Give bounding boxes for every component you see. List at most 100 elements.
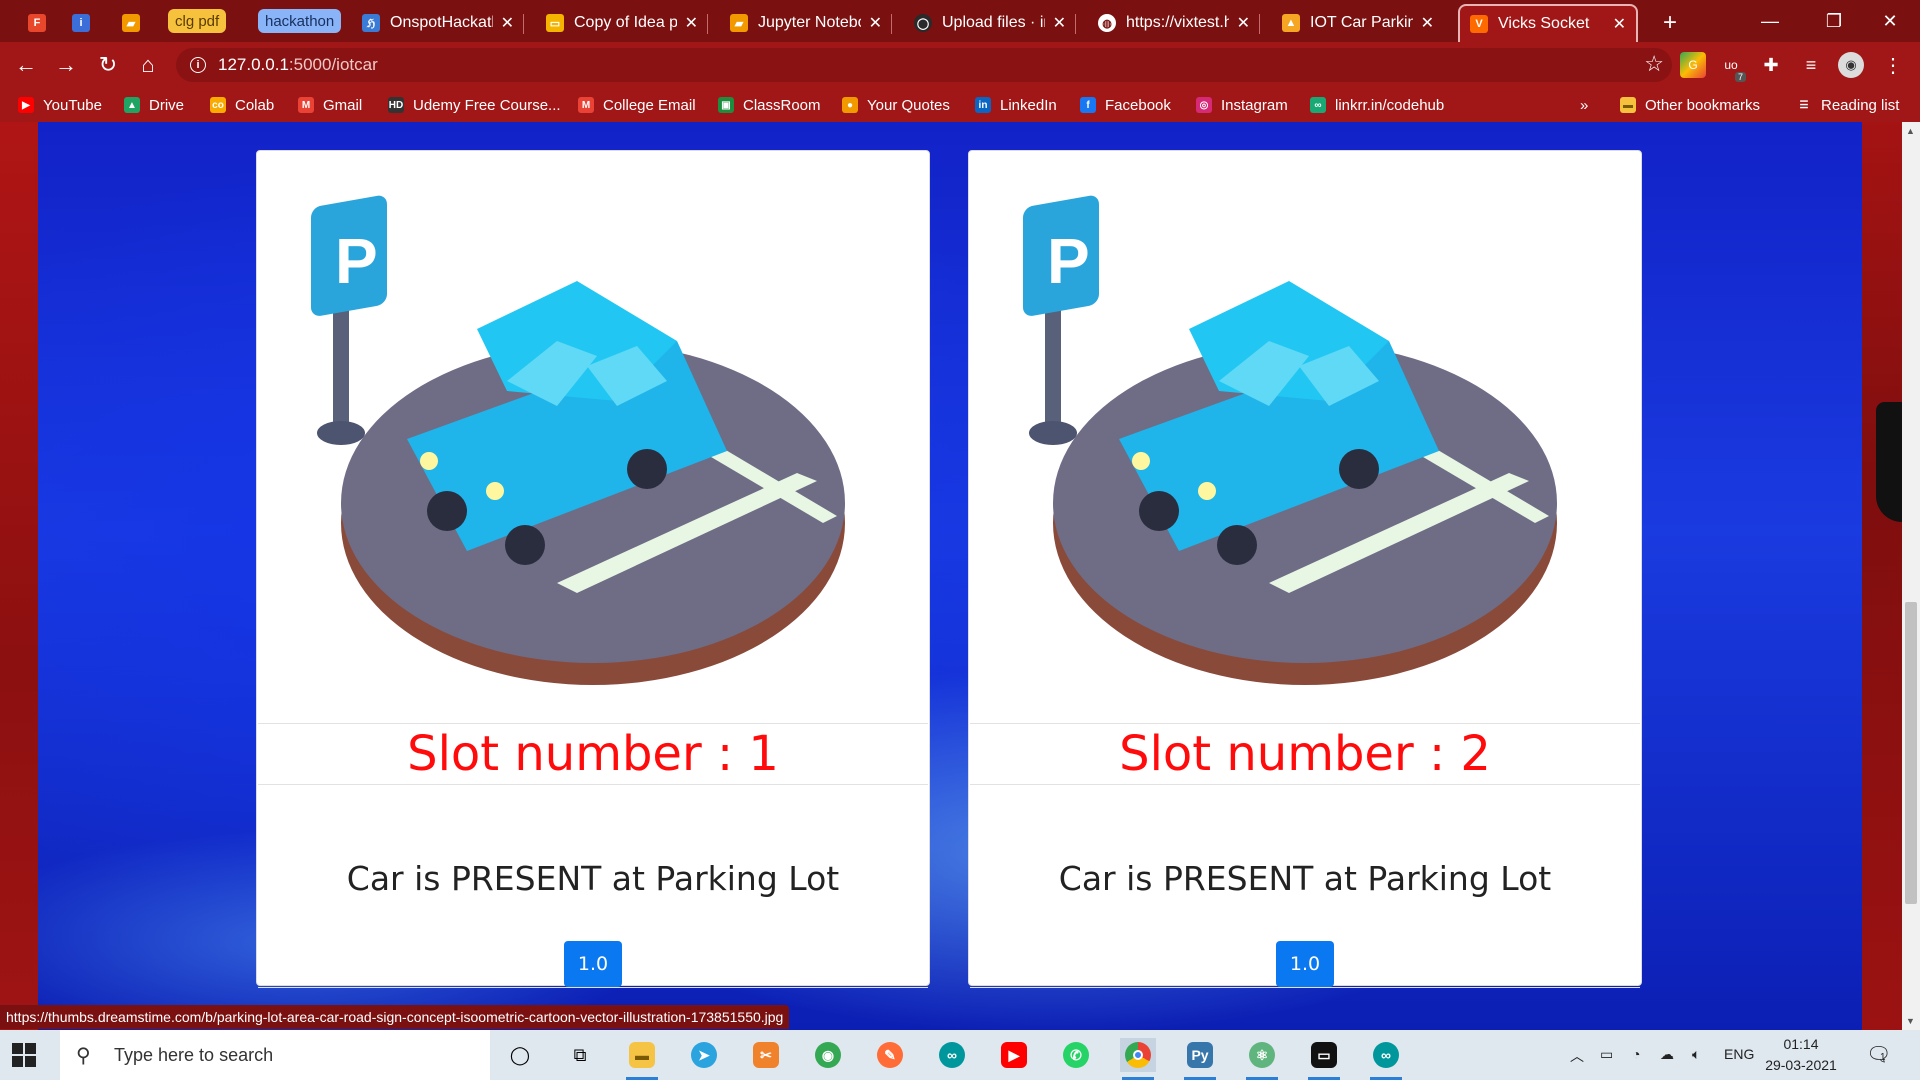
scroll-down-icon[interactable]: ▼ [1906, 1016, 1915, 1026]
scroll-up-icon[interactable]: ▲ [1906, 126, 1915, 136]
parking-sign-letter: P [1047, 225, 1090, 297]
taskbar-search-box[interactable]: ⚲ Type here to search [60, 1030, 490, 1080]
battery-icon[interactable]: ▭ [1600, 1046, 1613, 1063]
avatar[interactable]: ◉ [1838, 52, 1864, 78]
slot-value-button[interactable]: 1.0 [564, 941, 622, 987]
telegram-icon[interactable]: ➤ [686, 1038, 722, 1072]
reload-icon[interactable]: ↻ [92, 49, 124, 81]
tab-title: Jupyter Notebo [758, 14, 861, 31]
extension-badge-icon[interactable]: uo 7 [1718, 52, 1746, 82]
tab-onspot-hackathon[interactable]: ℌ OnspotHackath ✕ [352, 4, 524, 42]
arduino-icon[interactable]: ∞ [934, 1038, 970, 1072]
sign-pole-base [317, 421, 365, 445]
tab-group-hackathon[interactable]: hackathon [258, 9, 342, 33]
wifi-icon[interactable]: ◔ [1632, 1046, 1640, 1062]
bookmark-item[interactable]: HD Udemy Free Course... [388, 94, 561, 116]
home-icon[interactable]: ⌂ [132, 49, 164, 81]
bookmarks-overflow-button[interactable]: » [1580, 94, 1588, 116]
bookmark-item[interactable]: in LinkedIn [975, 94, 1057, 116]
window-close-icon[interactable]: ✕ [1860, 0, 1920, 42]
forward-arrow-icon[interactable]: → [50, 49, 82, 81]
other-bookmarks-folder[interactable]: ▬ Other bookmarks [1620, 94, 1760, 116]
maps-pin-icon[interactable]: ◉ [810, 1038, 846, 1072]
bookmark-item[interactable]: M Gmail [298, 94, 362, 116]
back-arrow-icon[interactable]: ← [10, 49, 42, 81]
atom-icon[interactable]: ⚛ [1244, 1038, 1280, 1080]
close-icon[interactable]: ✕ [1053, 13, 1066, 33]
bookmark-item[interactable]: f Facebook [1080, 94, 1171, 116]
url-path: :5000/iotcar [288, 55, 378, 74]
slot-value-button[interactable]: 1.0 [1276, 941, 1334, 987]
bookmark-star-icon[interactable]: ☆ [1644, 51, 1664, 77]
show-hidden-icons-icon[interactable]: ︿ [1570, 1046, 1584, 1066]
windows-start-icon[interactable] [12, 1043, 36, 1067]
car-headlight [1198, 482, 1216, 500]
extensions-puzzle-icon[interactable]: ✚ [1758, 52, 1784, 78]
tab-pinned-2[interactable]: i [62, 4, 94, 42]
bookmark-favicon-icon: ∞ [1310, 97, 1326, 113]
terminal-icon[interactable]: ▭ [1306, 1038, 1342, 1080]
address-url[interactable]: 127.0.0.1:5000/iotcar [218, 55, 378, 75]
menu-kebab-icon[interactable]: ⋮ [1880, 52, 1906, 78]
background-red-right [1862, 122, 1902, 1030]
cortana-icon[interactable]: ◯ [502, 1038, 538, 1072]
tab-copy-of-idea[interactable]: ▭ Copy of Idea pp ✕ [536, 4, 708, 42]
volume-icon[interactable]: 🔈︎ [1692, 1046, 1700, 1063]
page-scrollbar[interactable]: ▲ ▼ [1902, 122, 1920, 1030]
media-control-icon[interactable]: ≡ [1798, 52, 1824, 78]
site-info-icon[interactable]: i [190, 57, 206, 73]
tab-upload-files[interactable]: ◯ Upload files · im ✕ [904, 4, 1076, 42]
parking-slot-card: P Slot number : 2 Car is PRESENT at Park… [968, 150, 1642, 988]
whatsapp-icon[interactable]: ✆ [1058, 1038, 1094, 1072]
bookmark-item[interactable]: M College Email [578, 94, 696, 116]
task-view-icon[interactable]: ⧉ [562, 1038, 598, 1072]
tab-pinned-3[interactable]: ▰ [112, 4, 144, 42]
postman-icon[interactable]: ✎ [872, 1038, 908, 1072]
bookmark-item[interactable]: co Colab [210, 94, 274, 116]
fire-icon: ▲ [1282, 14, 1300, 32]
bookmark-favicon-icon: co [210, 97, 226, 113]
arduino-ide-icon[interactable]: ∞ [1368, 1038, 1404, 1080]
bookmark-favicon-icon: ▣ [718, 97, 734, 113]
close-icon[interactable]: ✕ [869, 13, 882, 33]
tab-vicks-socket[interactable]: V Vicks Socket ✕ [1458, 4, 1638, 42]
reading-list-button[interactable]: ☰ Reading list [1796, 94, 1900, 116]
onedrive-cloud-icon[interactable]: ☁ [1660, 1046, 1674, 1063]
slot-status: Car is PRESENT at Parking Lot [346, 859, 840, 898]
windows-taskbar: ⚲ Type here to search ◯ ⧉ ▬ ➤ ✂ ◉ ✎ ∞ ▶ … [0, 1030, 1920, 1080]
bookmark-item[interactable]: ● Your Quotes [842, 94, 950, 116]
close-icon[interactable]: ✕ [685, 13, 698, 33]
restore-icon[interactable]: ❐ [1804, 0, 1864, 42]
tab-jupyter-notebook[interactable]: ▰ Jupyter Notebo ✕ [720, 4, 892, 42]
google-translate-extension-icon[interactable]: G [1680, 52, 1706, 78]
bookmark-item[interactable]: ▣ ClassRoom [718, 94, 821, 116]
tab-iot-car-parking[interactable]: ▲ IOT Car Parking ✕ [1272, 4, 1444, 42]
minimize-icon[interactable]: — [1740, 0, 1800, 42]
scrollbar-thumb[interactable] [1905, 602, 1917, 904]
system-clock[interactable]: 01:14 29-03-2021 [1756, 1034, 1846, 1076]
bookmark-label: linkrr.in/codehub [1335, 96, 1445, 114]
tab-vixtest[interactable]: ◍ https://vixtest.h ✕ [1088, 4, 1260, 42]
bookmark-label: ClassRoom [743, 96, 821, 114]
close-icon[interactable]: ✕ [1613, 14, 1626, 34]
close-icon[interactable]: ✕ [1421, 13, 1434, 33]
chrome-icon[interactable] [1120, 1038, 1156, 1080]
python-idle-icon[interactable]: Py [1182, 1038, 1218, 1080]
snipping-tool-icon[interactable]: ✂ [748, 1038, 784, 1072]
bookmark-item[interactable]: ◎ Instagram [1196, 94, 1288, 116]
address-bar[interactable]: i 127.0.0.1:5000/iotcar ☆ [176, 48, 1672, 82]
page-viewport: P Slot number : 1 Car is PRESENT at Park… [0, 122, 1920, 1030]
bookmark-item[interactable]: ▲ Drive [124, 94, 184, 116]
close-icon[interactable]: ✕ [501, 13, 514, 33]
bookmark-item[interactable]: ▶ YouTube [18, 94, 102, 116]
new-tab-button[interactable]: + [1652, 4, 1688, 42]
notification-center-icon[interactable]: 🗨︎ 1 [1866, 1042, 1891, 1067]
language-indicator[interactable]: ENG [1724, 1046, 1754, 1062]
bookmark-item[interactable]: ∞ linkrr.in/codehub [1310, 94, 1444, 116]
file-explorer-icon[interactable]: ▬ [624, 1038, 660, 1080]
youtube-icon[interactable]: ▶ [996, 1038, 1032, 1072]
tab-figma-pinned[interactable]: F [18, 4, 50, 42]
tab-group-clg-pdf[interactable]: clg pdf [168, 9, 227, 33]
slot-status: Car is PRESENT at Parking Lot [1058, 859, 1552, 898]
close-icon[interactable]: ✕ [1237, 13, 1250, 33]
